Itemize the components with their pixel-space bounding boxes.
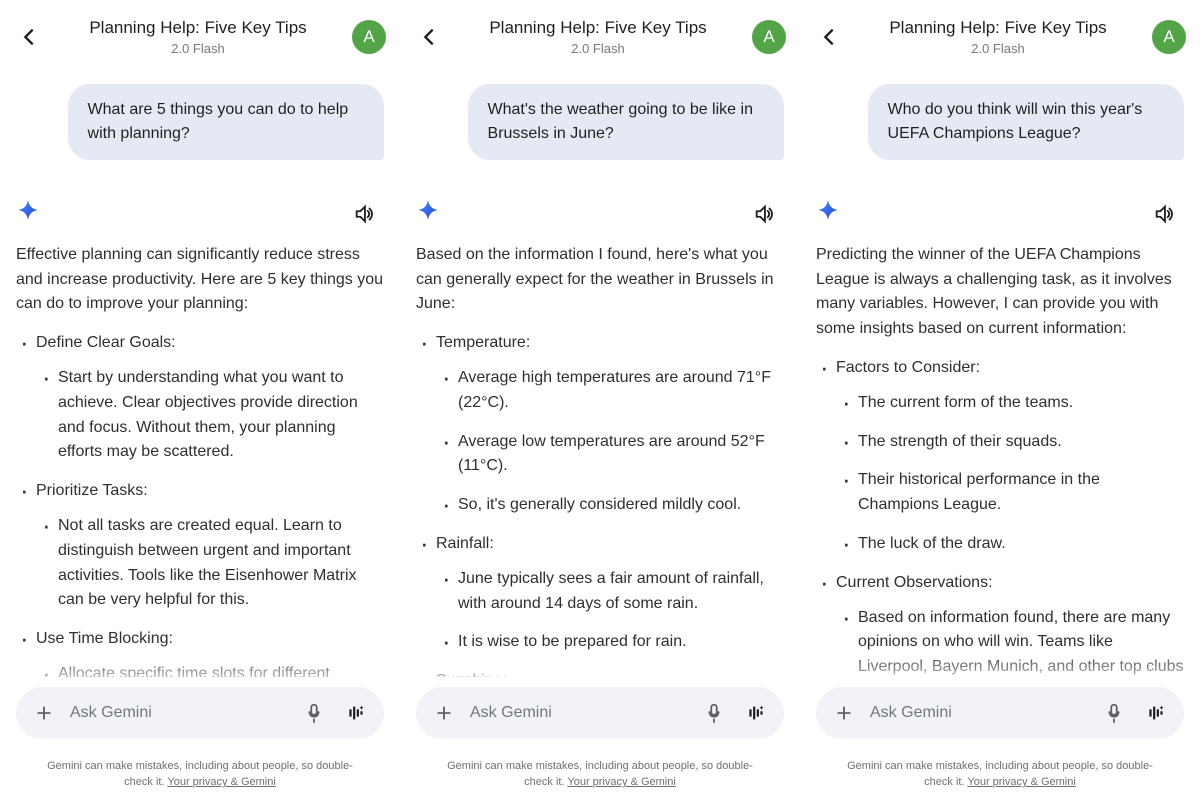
list-item: Factors to Consider: The current form of … <box>836 356 1184 557</box>
sub-list-item: Start by understanding what you want to … <box>58 366 384 465</box>
assistant-message: Effective planning can significantly red… <box>16 243 384 687</box>
assistant-message: Predicting the winner of the UEFA Champi… <box>816 243 1184 705</box>
phone-screen: Planning Help: Five Key Tips 2.0 Flash A… <box>0 0 400 803</box>
header: Planning Help: Five Key Tips 2.0 Flash A <box>400 0 800 64</box>
assistant-intro: Predicting the winner of the UEFA Champi… <box>816 243 1184 342</box>
live-sparkle-icon[interactable] <box>1136 693 1176 733</box>
live-sparkle-icon[interactable] <box>736 693 776 733</box>
plus-icon[interactable] <box>22 691 66 735</box>
page-title: Planning Help: Five Key Tips <box>44 17 352 38</box>
sub-list: Not all tasks are created equal. Learn t… <box>36 514 384 613</box>
input-pill[interactable]: Ask Gemini <box>416 687 784 739</box>
header: Planning Help: Five Key Tips 2.0 Flash A <box>0 0 400 64</box>
plus-icon[interactable] <box>822 691 866 735</box>
disclaimer-link[interactable]: Your privacy & Gemini <box>967 776 1075 788</box>
page-subtitle: 2.0 Flash <box>844 41 1152 57</box>
disclaimer: Gemini can make mistakes, including abou… <box>800 759 1200 791</box>
sub-list: Average high temperatures are around 71°… <box>436 366 784 518</box>
mic-icon[interactable] <box>1092 691 1136 735</box>
assistant-message: Based on the information I found, here's… <box>416 243 784 694</box>
sub-list-item: It is wise to be prepared for rain. <box>458 630 784 655</box>
gemini-spark-icon <box>816 198 840 231</box>
gemini-spark-icon <box>16 198 40 231</box>
input-placeholder: Ask Gemini <box>466 704 692 722</box>
header-titles: Planning Help: Five Key Tips 2.0 Flash <box>44 17 352 57</box>
list-item: Temperature: Average high temperatures ar… <box>436 331 784 518</box>
sub-list-item: Not all tasks are created equal. Learn t… <box>58 514 384 613</box>
assistant-list: Define Clear Goals: Start by understandin… <box>16 331 384 687</box>
header-titles: Planning Help: Five Key Tips 2.0 Flash <box>444 17 752 57</box>
disclaimer-link[interactable]: Your privacy & Gemini <box>167 776 275 788</box>
list-item-heading: Rainfall: <box>436 535 494 552</box>
avatar[interactable]: A <box>352 20 386 54</box>
live-sparkle-icon[interactable] <box>336 693 376 733</box>
back-button[interactable] <box>414 22 444 52</box>
sub-list-item: Average high temperatures are around 71°… <box>458 366 784 416</box>
plus-icon[interactable] <box>422 691 466 735</box>
header-titles: Planning Help: Five Key Tips 2.0 Flash <box>844 17 1152 57</box>
disclaimer: Gemini can make mistakes, including abou… <box>0 759 400 791</box>
phone-screen: Planning Help: Five Key Tips 2.0 Flash A… <box>800 0 1200 803</box>
back-button[interactable] <box>814 22 844 52</box>
mic-icon[interactable] <box>692 691 736 735</box>
list-item-heading: Factors to Consider: <box>836 359 980 376</box>
speaker-icon[interactable] <box>1150 200 1178 228</box>
sub-list: June typically sees a fair amount of rai… <box>436 567 784 655</box>
assistant-intro: Based on the information I found, here's… <box>416 243 784 317</box>
list-item-heading: Current Observations: <box>836 574 993 591</box>
input-pill[interactable]: Ask Gemini <box>16 687 384 739</box>
user-message: Who do you think will win this year's UE… <box>868 84 1184 160</box>
page-subtitle: 2.0 Flash <box>444 41 752 57</box>
page-subtitle: 2.0 Flash <box>44 41 352 57</box>
assistant-intro: Effective planning can significantly red… <box>16 243 384 317</box>
assistant-list: Factors to Consider: The current form of … <box>816 356 1184 705</box>
list-item-heading: Define Clear Goals: <box>36 334 176 351</box>
sub-list: Start by understanding what you want to … <box>36 366 384 465</box>
input-bar: Ask Gemini <box>400 677 800 749</box>
assistant-list: Temperature: Average high temperatures ar… <box>416 331 784 694</box>
assistant-header <box>416 198 784 231</box>
list-item: Prioritize Tasks: Not all tasks are creat… <box>36 479 384 613</box>
speaker-icon[interactable] <box>750 200 778 228</box>
mic-icon[interactable] <box>292 691 336 735</box>
input-placeholder: Ask Gemini <box>866 704 1092 722</box>
user-message: What's the weather going to be like in B… <box>468 84 784 160</box>
sub-list-item: So, it's generally considered mildly coo… <box>458 493 784 518</box>
input-placeholder: Ask Gemini <box>66 704 292 722</box>
avatar[interactable]: A <box>1152 20 1186 54</box>
phone-screen: Planning Help: Five Key Tips 2.0 Flash A… <box>400 0 800 803</box>
disclaimer: Gemini can make mistakes, including abou… <box>400 759 800 791</box>
disclaimer-link[interactable]: Your privacy & Gemini <box>567 776 675 788</box>
assistant-header <box>16 198 384 231</box>
header: Planning Help: Five Key Tips 2.0 Flash A <box>800 0 1200 64</box>
list-item: Rainfall: June typically sees a fair amou… <box>436 532 784 655</box>
user-message: What are 5 things you can do to help wit… <box>68 84 384 160</box>
page-title: Planning Help: Five Key Tips <box>444 17 752 38</box>
sub-list-item: June typically sees a fair amount of rai… <box>458 567 784 617</box>
list-item-heading: Prioritize Tasks: <box>36 482 148 499</box>
input-pill[interactable]: Ask Gemini <box>816 687 1184 739</box>
list-item-heading: Use Time Blocking: <box>36 630 173 647</box>
sub-list-item: The current form of the teams. <box>858 391 1184 416</box>
list-item: Define Clear Goals: Start by understandin… <box>36 331 384 465</box>
sub-list-item: The luck of the draw. <box>858 532 1184 557</box>
input-bar: Ask Gemini <box>800 677 1200 749</box>
list-item-heading: Temperature: <box>436 334 530 351</box>
sub-list-item: Average low temperatures are around 52°F… <box>458 430 784 480</box>
avatar[interactable]: A <box>752 20 786 54</box>
sub-list-item: The strength of their squads. <box>858 430 1184 455</box>
assistant-header <box>816 198 1184 231</box>
speaker-icon[interactable] <box>350 200 378 228</box>
back-button[interactable] <box>14 22 44 52</box>
gemini-spark-icon <box>416 198 440 231</box>
page-title: Planning Help: Five Key Tips <box>844 17 1152 38</box>
sub-list: The current form of the teams. The streng… <box>836 391 1184 557</box>
input-bar: Ask Gemini <box>0 677 400 749</box>
sub-list-item: Their historical performance in the Cham… <box>858 468 1184 518</box>
